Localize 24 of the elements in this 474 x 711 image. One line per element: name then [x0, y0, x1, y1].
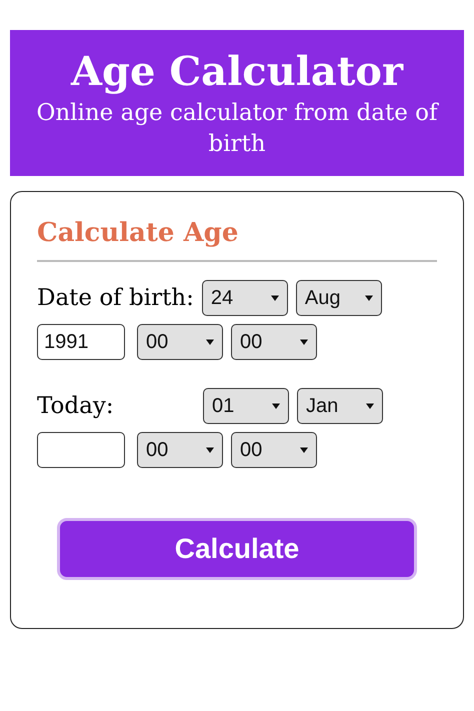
- caret-icon: [364, 294, 373, 302]
- caret-icon: [272, 402, 280, 410]
- year-input[interactable]: [37, 432, 125, 468]
- form-heading: Calculate Age: [37, 218, 240, 248]
- day-select[interactable]: 24: [202, 280, 288, 316]
- hour-select[interactable]: 00: [137, 324, 223, 360]
- page-subtitle: Online age calculator from date of birth: [35, 99, 440, 160]
- field-label: Date of birth:: [37, 285, 194, 312]
- caret-icon: [300, 446, 308, 454]
- calculate-button[interactable]: Calculate: [57, 518, 417, 580]
- minute-select[interactable]: 00: [231, 324, 317, 360]
- month-select[interactable]: Jan: [297, 388, 383, 424]
- caret-icon: [300, 338, 308, 346]
- caret-icon: [270, 294, 279, 302]
- month-select[interactable]: Aug: [296, 280, 382, 316]
- caret-icon: [206, 446, 214, 454]
- year-input[interactable]: 1991: [37, 324, 125, 360]
- field-label: Today:: [37, 393, 115, 420]
- minute-select[interactable]: 00: [231, 432, 317, 468]
- day-select[interactable]: 01: [203, 388, 289, 424]
- caret-icon: [206, 338, 214, 346]
- caret-icon: [366, 402, 374, 410]
- hour-select[interactable]: 00: [137, 432, 223, 468]
- page-title: Age Calculator: [70, 48, 404, 96]
